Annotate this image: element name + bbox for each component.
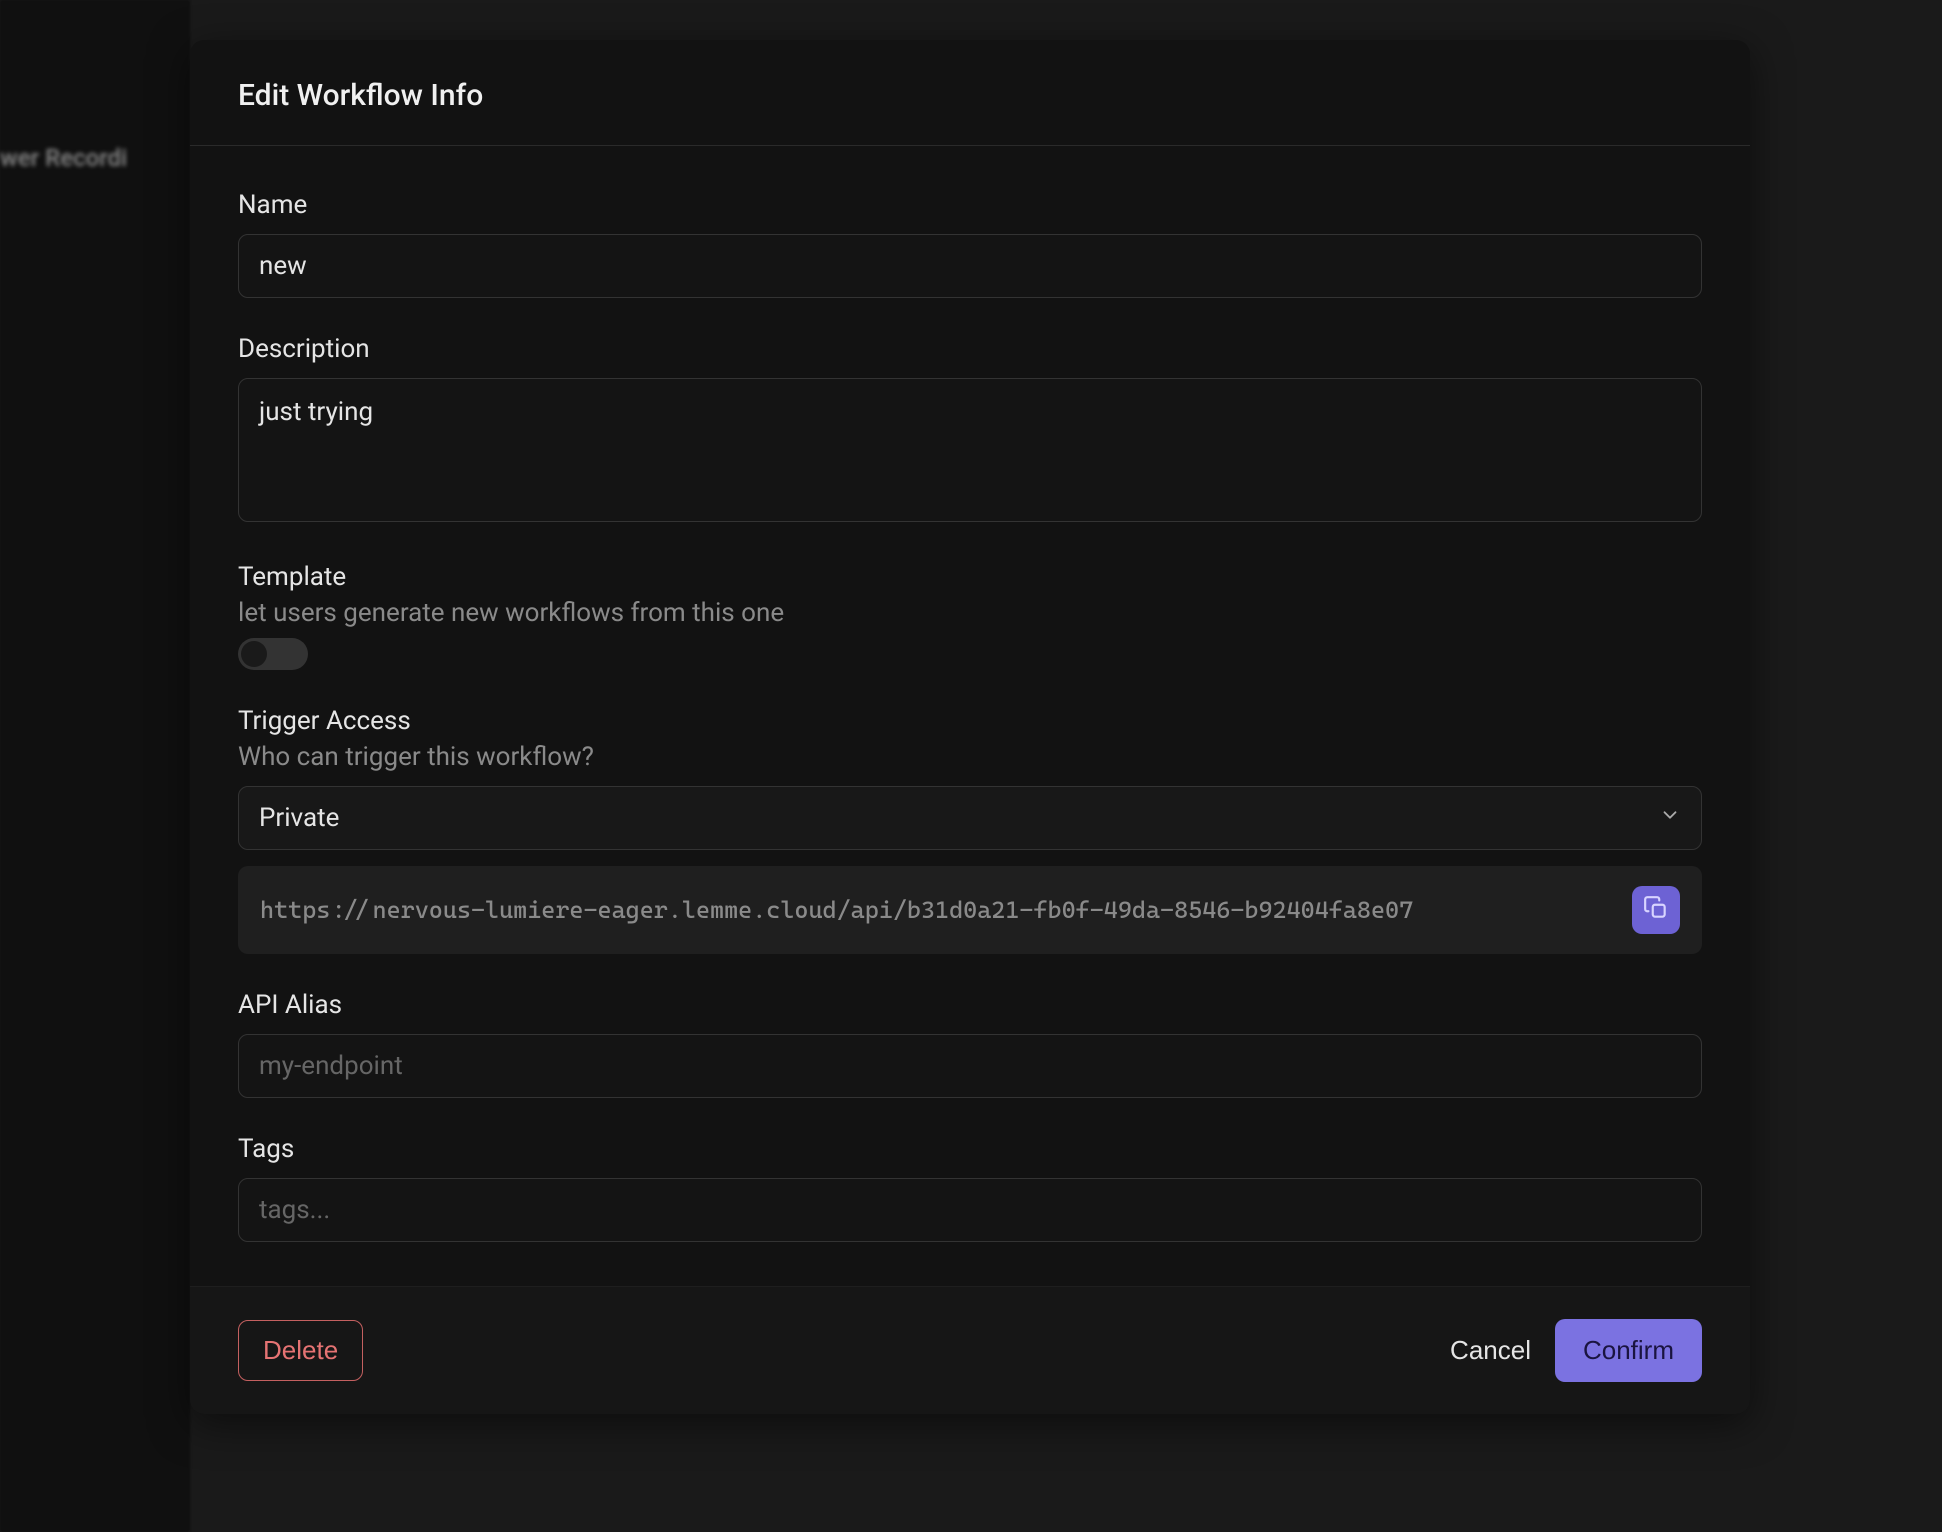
trigger-sublabel: Who can trigger this workflow? [238, 742, 1702, 772]
modal-title: Edit Workflow Info [238, 78, 1702, 113]
trigger-selected-value: Private [259, 803, 339, 833]
trigger-url: https://nervous-lumiere-eager.lemme.clou… [260, 896, 1413, 924]
modal-body: Name Description just trying Template le… [190, 146, 1750, 1286]
tags-group: Tags [238, 1134, 1702, 1242]
trigger-group: Trigger Access Who can trigger this work… [238, 706, 1702, 954]
api-alias-label: API Alias [238, 990, 1702, 1020]
trigger-access-select[interactable]: Private [238, 786, 1702, 850]
delete-button[interactable]: Delete [238, 1320, 363, 1381]
description-label: Description [238, 334, 1702, 364]
chevron-down-icon [1659, 803, 1681, 833]
template-label: Template [238, 562, 1702, 592]
copy-icon [1643, 895, 1669, 925]
api-alias-input[interactable] [238, 1034, 1702, 1098]
backdrop-panel [0, 0, 190, 1532]
description-input[interactable]: just trying [238, 378, 1702, 522]
template-sublabel: let users generate new workflows from th… [238, 598, 1702, 628]
trigger-label: Trigger Access [238, 706, 1702, 736]
footer-right: Cancel Confirm [1450, 1319, 1702, 1382]
trigger-url-box: https://nervous-lumiere-eager.lemme.clou… [238, 866, 1702, 954]
edit-workflow-modal: Edit Workflow Info Name Description just… [190, 40, 1750, 1414]
description-group: Description just trying [238, 334, 1702, 526]
tags-input[interactable] [238, 1178, 1702, 1242]
toggle-knob [241, 641, 267, 667]
backdrop-blurred-text: wer Recordi [0, 144, 127, 172]
modal-footer: Delete Cancel Confirm [190, 1286, 1750, 1414]
name-label: Name [238, 190, 1702, 220]
confirm-button[interactable]: Confirm [1555, 1319, 1702, 1382]
api-alias-group: API Alias [238, 990, 1702, 1098]
copy-url-button[interactable] [1632, 886, 1680, 934]
name-input[interactable] [238, 234, 1702, 298]
template-toggle[interactable] [238, 638, 308, 670]
tags-label: Tags [238, 1134, 1702, 1164]
name-group: Name [238, 190, 1702, 298]
template-group: Template let users generate new workflow… [238, 562, 1702, 670]
modal-header: Edit Workflow Info [190, 40, 1750, 146]
cancel-button[interactable]: Cancel [1450, 1335, 1531, 1366]
